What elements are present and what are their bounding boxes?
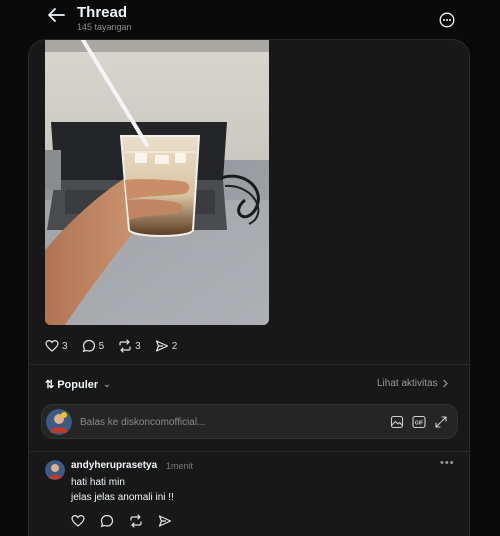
- divider: [29, 451, 469, 452]
- gif-icon[interactable]: GIF: [412, 415, 426, 429]
- comment-button[interactable]: 5: [82, 339, 105, 353]
- sort-icon: ⇅: [45, 379, 55, 391]
- more-circle-icon[interactable]: [439, 12, 455, 28]
- like-button[interactable]: 3: [45, 339, 68, 353]
- expand-icon[interactable]: [434, 415, 448, 429]
- thread-card: 3 5 3 2 ⇅ Populer ⌄ Lihat aktivitas Bala…: [28, 39, 470, 536]
- reply-composer: GIF: [41, 404, 458, 439]
- share-button[interactable]: 2: [155, 339, 178, 353]
- view-count: 145 tayangan: [77, 22, 132, 32]
- comment-text-line: hati hati min: [71, 477, 125, 488]
- repost-icon[interactable]: [129, 514, 143, 528]
- coffee-photo-image: [45, 40, 269, 325]
- comment-icon[interactable]: [100, 514, 114, 528]
- comment-actions: [71, 514, 172, 528]
- more-dots-icon[interactable]: •••: [440, 457, 455, 469]
- heart-icon[interactable]: [71, 514, 85, 528]
- share-icon: [155, 340, 168, 352]
- divider: [29, 364, 469, 365]
- page-title: Thread: [77, 4, 128, 21]
- post-photo[interactable]: [45, 40, 269, 325]
- comment-count: 5: [98, 340, 105, 352]
- comment-username[interactable]: andyheruprasetya: [71, 460, 157, 471]
- sort-dropdown[interactable]: ⇅ Populer ⌄: [45, 378, 111, 392]
- repost-button[interactable]: 3: [118, 339, 141, 353]
- share-icon[interactable]: [158, 514, 172, 528]
- back-arrow-icon[interactable]: [46, 6, 66, 24]
- activity-label: Lihat aktivitas: [377, 378, 438, 389]
- svg-text:GIF: GIF: [415, 420, 423, 426]
- chevron-right-icon: [442, 379, 448, 388]
- reply-input[interactable]: [80, 413, 330, 431]
- avatar: [46, 409, 72, 435]
- view-activity-link[interactable]: Lihat aktivitas: [377, 378, 449, 389]
- image-icon[interactable]: [390, 415, 404, 429]
- repost-count: 3: [135, 340, 141, 352]
- comment-icon: [82, 339, 95, 353]
- comment-avatar[interactable]: [45, 460, 65, 480]
- repost-icon: [119, 339, 131, 353]
- share-count: 2: [171, 340, 178, 352]
- post-actions: 3 5 3 2: [45, 337, 177, 355]
- heart-icon: [45, 339, 59, 352]
- like-count: 3: [62, 340, 68, 352]
- thread-header: Thread 145 tayangan: [0, 0, 500, 40]
- sort-label: Populer: [57, 378, 99, 391]
- comment-timestamp: 1menit: [166, 461, 194, 471]
- chevron-down-icon: ⌄: [103, 379, 111, 389]
- comment-text-line: jelas jelas anomali ini !!: [71, 492, 174, 503]
